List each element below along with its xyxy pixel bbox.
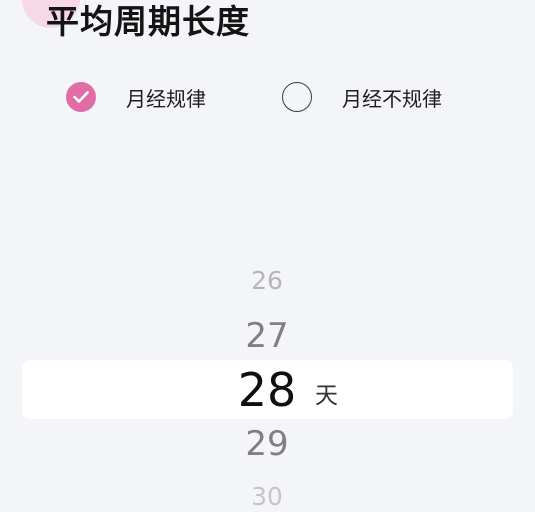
picker-item[interactable]: 30 (217, 482, 317, 511)
picker-item[interactable]: 29 (217, 424, 317, 464)
picker-item-selected[interactable]: 28 (217, 364, 317, 416)
option-label-irregular: 月经不规律 (342, 86, 442, 111)
picker-item[interactable]: 26 (217, 266, 317, 295)
radio-checked-icon[interactable] (66, 82, 96, 112)
cycle-length-screen: 平均周期长度 月经规律 月经不规律 26 27 28 29 30 天 (0, 0, 535, 512)
option-regular-cycle[interactable]: 月经规律 (66, 82, 206, 112)
picker-unit-label: 天 (315, 383, 338, 409)
page-title: 平均周期长度 (46, 2, 250, 41)
radio-unchecked-icon[interactable] (282, 82, 312, 112)
option-irregular-cycle[interactable]: 月经不规律 (282, 82, 442, 112)
option-label-regular: 月经规律 (126, 86, 206, 111)
picker-item[interactable]: 27 (217, 316, 317, 356)
